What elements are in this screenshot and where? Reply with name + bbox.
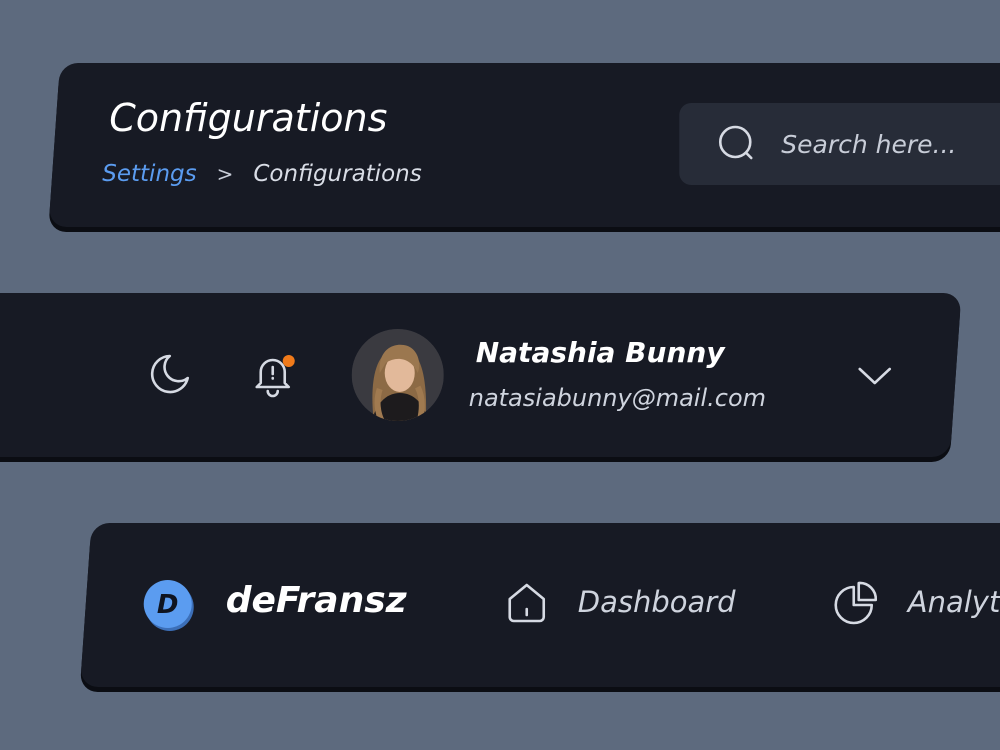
nav-item-dashboard[interactable]: Dashboard <box>504 579 736 625</box>
search-placeholder: Search here... <box>781 129 957 159</box>
nav-item-analytics[interactable]: Analyt <box>834 579 1000 625</box>
nav-label: Analyt <box>907 585 1000 619</box>
brand-initial: D <box>157 590 179 620</box>
page-title: Configurations <box>109 96 388 140</box>
brand-name: deFransz <box>225 580 407 621</box>
breadcrumb-current: Configurations <box>253 161 422 187</box>
nav-label: Dashboard <box>577 585 736 619</box>
home-icon <box>508 583 546 623</box>
breadcrumb-separator: > <box>216 162 234 186</box>
chevron-down-icon[interactable] <box>854 361 896 389</box>
header-card: Configurations Settings > Configurations… <box>48 63 1000 227</box>
search-input[interactable]: Search here... <box>679 103 1000 185</box>
nav-card: D deFransz Dashboard Analyt <box>80 523 1000 687</box>
search-icon <box>718 125 753 160</box>
moon-icon[interactable] <box>146 350 194 398</box>
breadcrumb-settings-link[interactable]: Settings <box>102 161 196 187</box>
user-bar-card: Natashia Bunny natasiabunny@mail.com <box>0 293 962 457</box>
avatar[interactable] <box>351 329 444 421</box>
notification-dot <box>282 355 295 367</box>
brand-logo[interactable]: D <box>141 577 195 631</box>
user-email: natasiabunny@mail.com <box>468 384 767 412</box>
breadcrumb: Settings > Configurations <box>102 161 421 187</box>
pie-chart-icon <box>834 581 878 625</box>
user-name: Natashia Bunny <box>475 336 725 369</box>
